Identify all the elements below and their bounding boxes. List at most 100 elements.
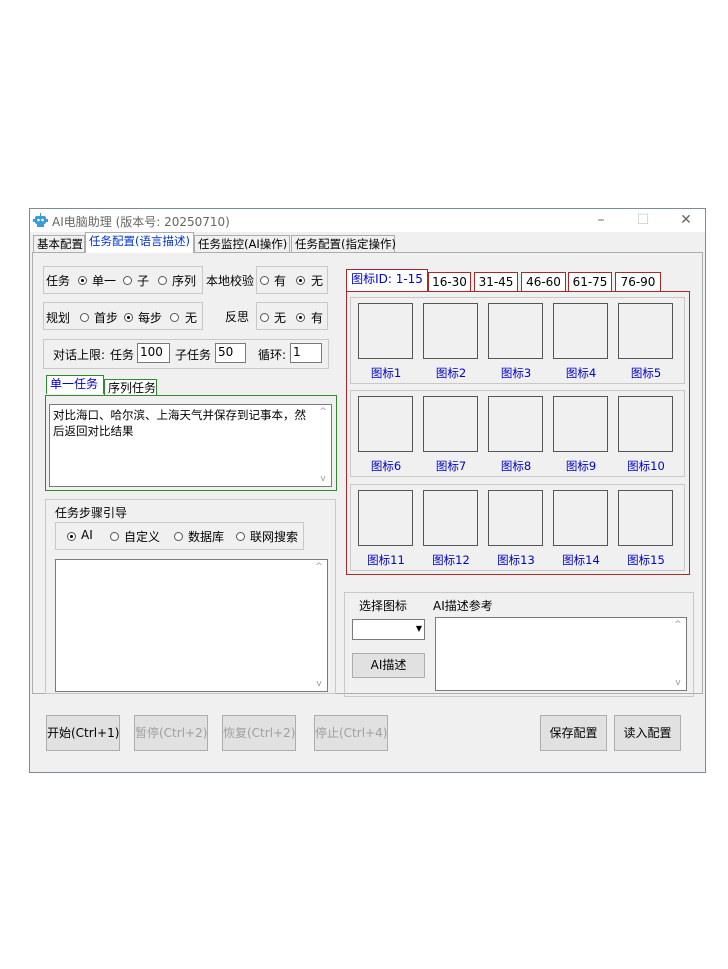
- tab-sequence-task[interactable]: 序列任务: [104, 379, 157, 396]
- task-description-text: 对比海口、哈尔滨、上海天气并保存到记事本，然后返回对比结果: [53, 408, 306, 438]
- robot-icon: [33, 213, 48, 227]
- icon-slot[interactable]: [423, 303, 478, 359]
- plan-radio-first[interactable]: [80, 313, 89, 322]
- tab-basic-config[interactable]: 基本配置: [33, 235, 85, 252]
- icon-slot-label[interactable]: 图标14: [551, 552, 611, 568]
- task-option-sequence: 序列: [172, 274, 197, 288]
- task-radio-sub[interactable]: [123, 276, 132, 285]
- plan-option-each: 每步: [138, 311, 163, 325]
- step-guide-textarea[interactable]: ^ v: [55, 559, 328, 692]
- dialog-limit-label: 对话上限:: [53, 348, 106, 362]
- ai-desc-ref-label: AI描述参考: [433, 599, 493, 613]
- task-radio-single[interactable]: [78, 276, 87, 285]
- icon-slot[interactable]: [553, 490, 608, 546]
- task-description-textarea[interactable]: 对比海口、哈尔滨、上海天气并保存到记事本，然后返回对比结果 ^ v: [49, 404, 332, 487]
- icon-slot-label[interactable]: 图标13: [486, 552, 546, 568]
- icon-slot-label[interactable]: 图标11: [356, 552, 416, 568]
- icon-slot[interactable]: [553, 396, 608, 452]
- scroll-up-arrow-icon[interactable]: ^: [315, 407, 331, 417]
- loop-label: 循环:: [258, 348, 287, 362]
- icon-slot-label[interactable]: 图标15: [616, 552, 676, 568]
- icon-slot-label[interactable]: 图标5: [616, 365, 676, 381]
- ai-describe-button[interactable]: AI描述: [352, 653, 425, 678]
- guide-radio-ai[interactable]: [67, 532, 76, 541]
- save-config-button[interactable]: 保存配置: [540, 715, 607, 751]
- task-radio-sequence[interactable]: [158, 276, 167, 285]
- icon-slot-label[interactable]: 图标10: [616, 458, 676, 474]
- icon-slot[interactable]: [358, 490, 413, 546]
- tab-icon-id-46-60[interactable]: 46-60: [521, 272, 566, 291]
- tab-task-config-language[interactable]: 任务配置(语言描述): [85, 232, 194, 253]
- select-icon-dropdown[interactable]: ▼: [352, 619, 425, 640]
- scroll-up-arrow-icon[interactable]: ^: [311, 562, 327, 572]
- icon-slot-label[interactable]: 图标7: [421, 458, 481, 474]
- start-button[interactable]: 开始(Ctrl+1): [46, 715, 120, 751]
- guide-radio-custom[interactable]: [110, 532, 119, 541]
- task-limit-input[interactable]: 100: [137, 343, 170, 363]
- plan-radio-each[interactable]: [124, 313, 133, 322]
- icon-slot[interactable]: [488, 490, 543, 546]
- tab-task-monitor[interactable]: 任务监控(AI操作): [194, 235, 290, 252]
- task-textarea-scrollbar[interactable]: ^ v: [315, 405, 331, 486]
- icon-slot-label[interactable]: 图标4: [551, 365, 611, 381]
- load-config-button[interactable]: 读入配置: [614, 715, 681, 751]
- reflect-radio-no[interactable]: [260, 313, 269, 322]
- subtask-limit-input[interactable]: 50: [215, 343, 246, 363]
- icon-slot[interactable]: [488, 396, 543, 452]
- reflect-option-no: 无: [274, 311, 287, 325]
- close-button[interactable]: ✕: [668, 209, 704, 232]
- icon-slot-label[interactable]: 图标3: [486, 365, 546, 381]
- icon-slot-label[interactable]: 图标9: [551, 458, 611, 474]
- tab-icon-id-1-15[interactable]: 图标ID: 1-15: [346, 269, 428, 292]
- reflect-radio-yes[interactable]: [296, 313, 305, 322]
- guide-option-database: 数据库: [188, 530, 225, 544]
- local-check-radio-no[interactable]: [296, 276, 305, 285]
- tab-single-task[interactable]: 单一任务: [46, 375, 104, 394]
- scroll-up-arrow-icon[interactable]: ^: [670, 620, 686, 630]
- scroll-down-arrow-icon[interactable]: v: [315, 474, 331, 484]
- local-check-radio-yes[interactable]: [260, 276, 269, 285]
- ai-desc-ref-textarea[interactable]: ^ v: [435, 617, 687, 691]
- scroll-down-arrow-icon[interactable]: v: [311, 679, 327, 689]
- loop-input[interactable]: 1: [290, 343, 322, 363]
- tab-icon-id-16-30[interactable]: 16-30: [428, 272, 471, 291]
- minimize-button[interactable]: –: [583, 209, 619, 232]
- icon-slot[interactable]: [488, 303, 543, 359]
- resume-button[interactable]: 恢复(Ctrl+2): [222, 715, 296, 751]
- guide-option-ai: AI: [81, 528, 93, 542]
- step-guide-label: 任务步骤引导: [55, 506, 128, 520]
- guide-radio-web-search[interactable]: [236, 532, 245, 541]
- icon-slot-label[interactable]: 图标12: [421, 552, 481, 568]
- icon-slot-label[interactable]: 图标2: [421, 365, 481, 381]
- guide-radio-database[interactable]: [174, 532, 183, 541]
- pause-button[interactable]: 暂停(Ctrl+2): [134, 715, 208, 751]
- guide-option-web-search: 联网搜索: [250, 530, 299, 544]
- icon-slot-label[interactable]: 图标1: [356, 365, 416, 381]
- task-option-single: 单一: [92, 274, 117, 288]
- step-guide-scrollbar[interactable]: ^ v: [311, 560, 327, 691]
- ai-desc-scrollbar[interactable]: ^ v: [670, 618, 686, 690]
- icon-slot[interactable]: [423, 396, 478, 452]
- select-icon-label: 选择图标: [359, 599, 408, 613]
- icon-slot[interactable]: [358, 396, 413, 452]
- tab-icon-id-76-90[interactable]: 76-90: [615, 272, 661, 291]
- icon-slot-label[interactable]: 图标8: [486, 458, 546, 474]
- plan-option-first: 首步: [94, 311, 119, 325]
- tab-icon-id-61-75[interactable]: 61-75: [568, 272, 612, 291]
- reflect-option-yes: 有: [311, 311, 324, 325]
- icon-slot[interactable]: [553, 303, 608, 359]
- icon-slot[interactable]: [618, 396, 673, 452]
- scroll-down-arrow-icon[interactable]: v: [670, 678, 686, 688]
- maximize-button[interactable]: ☐: [625, 209, 661, 232]
- icon-slot[interactable]: [618, 303, 673, 359]
- tab-task-config-specified[interactable]: 任务配置(指定操作): [291, 235, 396, 252]
- title-bar: AI电脑助理 (版本号: 20250710) – ☐ ✕: [30, 209, 705, 232]
- plan-radio-none[interactable]: [170, 313, 179, 322]
- stop-button[interactable]: 停止(Ctrl+4): [314, 715, 388, 751]
- icon-slot[interactable]: [618, 490, 673, 546]
- icon-slot[interactable]: [358, 303, 413, 359]
- icon-slot[interactable]: [423, 490, 478, 546]
- tab-icon-id-31-45[interactable]: 31-45: [474, 272, 518, 291]
- task-option-sub: 子: [137, 274, 150, 288]
- icon-slot-label[interactable]: 图标6: [356, 458, 416, 474]
